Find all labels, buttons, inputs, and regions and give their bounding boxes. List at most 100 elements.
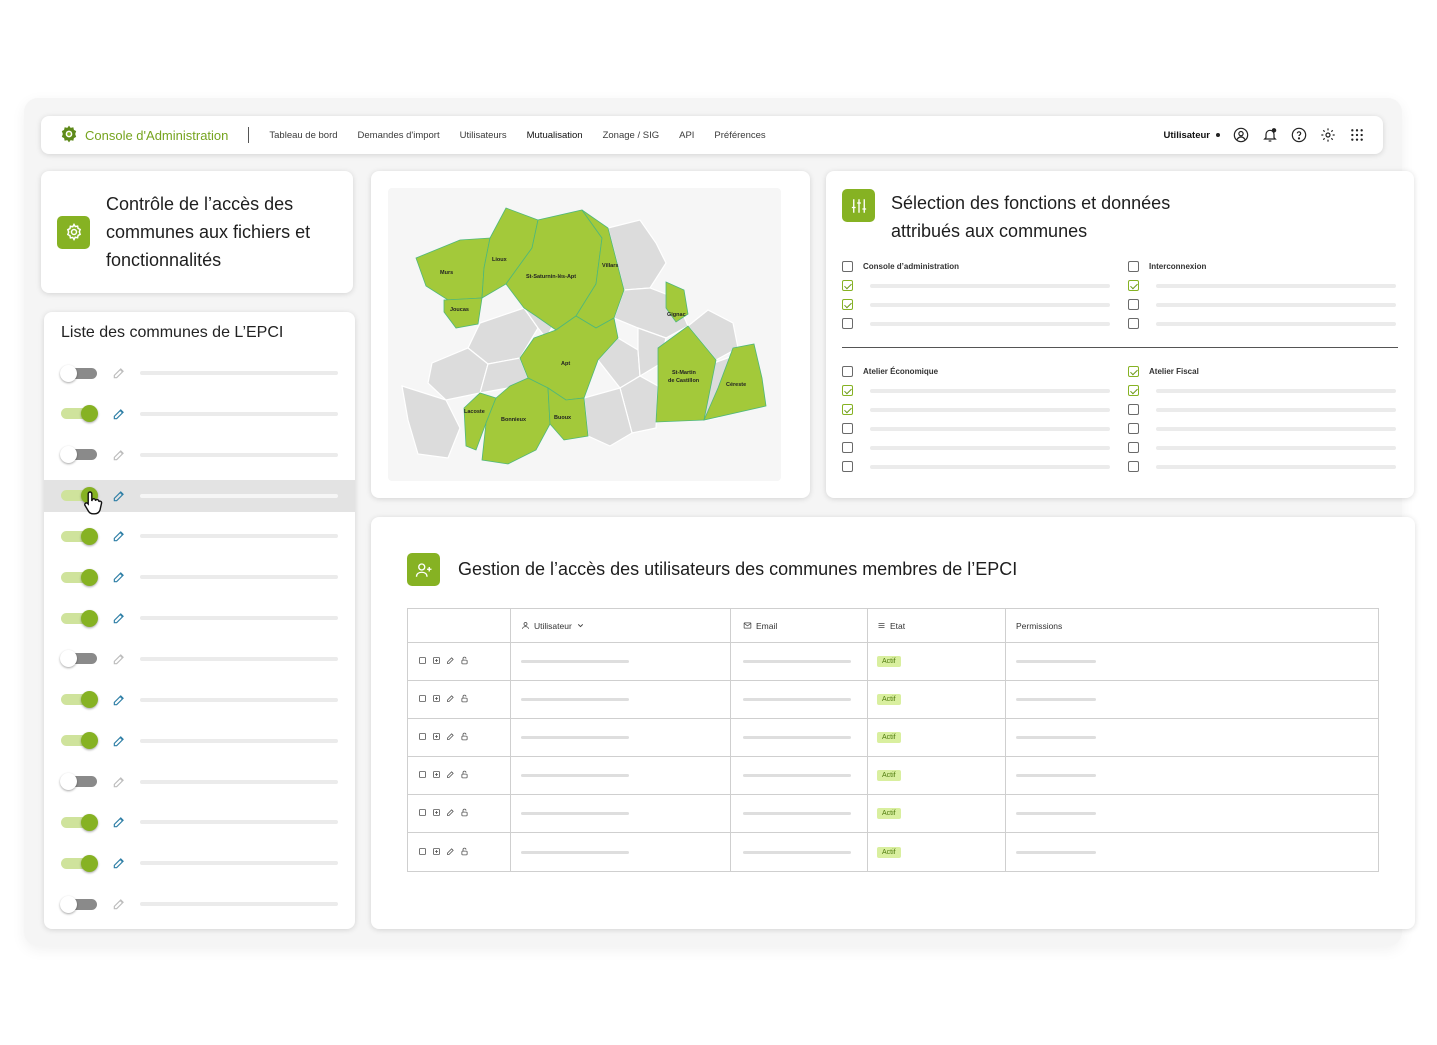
nav-tableau-de-bord[interactable]: Tableau de bord: [269, 130, 337, 141]
function-item[interactable]: [1128, 419, 1396, 438]
function-item-checkbox[interactable]: [1128, 385, 1139, 396]
function-item-checkbox[interactable]: [1128, 299, 1139, 310]
table-row[interactable]: Actif: [408, 833, 1378, 871]
apps-grid-icon[interactable]: [1348, 127, 1365, 144]
function-item-checkbox[interactable]: [842, 385, 853, 396]
function-group-header[interactable]: Atelier Fiscal: [1128, 362, 1396, 381]
select-checkbox-icon[interactable]: [418, 847, 427, 858]
select-checkbox-icon[interactable]: [418, 808, 427, 819]
commune-access-toggle[interactable]: [61, 609, 98, 627]
nav-demandes-import[interactable]: Demandes d'import: [358, 130, 440, 141]
communes-map[interactable]: Murs Lioux St-Saturnin-lès-Apt Villars J…: [388, 188, 781, 481]
add-icon[interactable]: [432, 808, 441, 819]
table-row[interactable]: Actif: [408, 757, 1378, 795]
header-email-cell[interactable]: Email: [731, 609, 868, 642]
commune-access-toggle[interactable]: [60, 364, 97, 382]
function-group-header[interactable]: Console d’administration: [842, 257, 1110, 276]
edit-icon[interactable]: [112, 815, 126, 829]
function-group-checkbox[interactable]: [842, 261, 853, 272]
notification-bell-icon[interactable]: [1261, 127, 1278, 144]
function-group-header[interactable]: Atelier Économique: [842, 362, 1110, 381]
function-item[interactable]: [842, 419, 1110, 438]
edit-icon[interactable]: [112, 489, 126, 503]
commune-access-toggle[interactable]: [61, 527, 98, 545]
table-row[interactable]: Actif: [408, 795, 1378, 833]
nav-utilisateurs[interactable]: Utilisateurs: [460, 130, 507, 141]
commune-row[interactable]: [44, 888, 355, 920]
map-commune-joucas[interactable]: [443, 297, 483, 329]
commune-access-toggle[interactable]: [61, 732, 98, 750]
header-state-cell[interactable]: Etat: [868, 609, 1006, 642]
commune-row[interactable]: [44, 520, 355, 552]
edit-icon[interactable]: [446, 847, 455, 858]
commune-access-toggle[interactable]: [61, 813, 98, 831]
brand[interactable]: Console d'Administration: [59, 124, 228, 147]
edit-icon[interactable]: [446, 808, 455, 819]
add-icon[interactable]: [432, 694, 441, 705]
nav-zonage-sig[interactable]: Zonage / SIG: [603, 130, 660, 141]
commune-row[interactable]: [44, 725, 355, 757]
table-row[interactable]: Actif: [408, 719, 1378, 757]
lock-icon[interactable]: [460, 732, 469, 743]
chevron-down-icon[interactable]: [576, 621, 585, 630]
add-icon[interactable]: [432, 770, 441, 781]
account-icon[interactable]: [1232, 127, 1249, 144]
function-item-checkbox[interactable]: [842, 423, 853, 434]
commune-row[interactable]: [44, 806, 355, 838]
edit-icon[interactable]: [112, 775, 126, 789]
lock-icon[interactable]: [460, 808, 469, 819]
table-row[interactable]: Actif: [408, 643, 1378, 681]
function-item[interactable]: [1128, 457, 1396, 476]
edit-icon[interactable]: [112, 448, 126, 462]
settings-gear-icon[interactable]: [1319, 127, 1336, 144]
edit-icon[interactable]: [112, 611, 126, 625]
commune-access-toggle[interactable]: [61, 405, 98, 423]
function-item-checkbox[interactable]: [1128, 280, 1139, 291]
edit-icon[interactable]: [112, 529, 126, 543]
edit-icon[interactable]: [112, 734, 126, 748]
edit-icon[interactable]: [112, 897, 126, 911]
edit-icon[interactable]: [112, 570, 126, 584]
function-item-checkbox[interactable]: [842, 299, 853, 310]
function-item[interactable]: [1128, 314, 1396, 333]
function-item-checkbox[interactable]: [842, 461, 853, 472]
header-user-cell[interactable]: Utilisateur: [511, 609, 731, 642]
commune-access-toggle[interactable]: [60, 773, 97, 790]
function-item-checkbox[interactable]: [1128, 461, 1139, 472]
function-item[interactable]: [842, 438, 1110, 457]
map-canvas[interactable]: Murs Lioux St-Saturnin-lès-Apt Villars J…: [388, 188, 781, 481]
add-icon[interactable]: [432, 656, 441, 667]
select-checkbox-icon[interactable]: [418, 732, 427, 743]
commune-row[interactable]: [44, 847, 355, 879]
nav-mutualisation[interactable]: Mutualisation: [527, 130, 583, 141]
commune-access-toggle[interactable]: [61, 691, 98, 709]
edit-icon[interactable]: [112, 652, 126, 666]
edit-icon[interactable]: [446, 732, 455, 743]
commune-row[interactable]: [44, 357, 355, 389]
commune-row[interactable]: [44, 602, 355, 634]
function-item[interactable]: [1128, 276, 1396, 295]
commune-row[interactable]: [44, 766, 355, 798]
commune-access-toggle[interactable]: [61, 568, 98, 586]
function-item[interactable]: [1128, 438, 1396, 457]
add-icon[interactable]: [432, 847, 441, 858]
function-group-checkbox[interactable]: [1128, 261, 1139, 272]
lock-icon[interactable]: [460, 770, 469, 781]
edit-icon[interactable]: [112, 693, 126, 707]
function-item-checkbox[interactable]: [842, 318, 853, 329]
edit-icon[interactable]: [446, 770, 455, 781]
table-row[interactable]: Actif: [408, 681, 1378, 719]
function-item[interactable]: [842, 457, 1110, 476]
select-checkbox-icon[interactable]: [418, 770, 427, 781]
lock-icon[interactable]: [460, 656, 469, 667]
function-item-checkbox[interactable]: [842, 404, 853, 415]
function-item[interactable]: [842, 295, 1110, 314]
function-item[interactable]: [1128, 400, 1396, 419]
edit-icon[interactable]: [446, 694, 455, 705]
function-item-checkbox[interactable]: [1128, 318, 1139, 329]
commune-access-toggle[interactable]: [60, 446, 97, 464]
lock-icon[interactable]: [460, 694, 469, 705]
function-group-checkbox[interactable]: [1128, 366, 1139, 377]
commune-row[interactable]: [44, 398, 355, 430]
function-item-checkbox[interactable]: [1128, 423, 1139, 434]
